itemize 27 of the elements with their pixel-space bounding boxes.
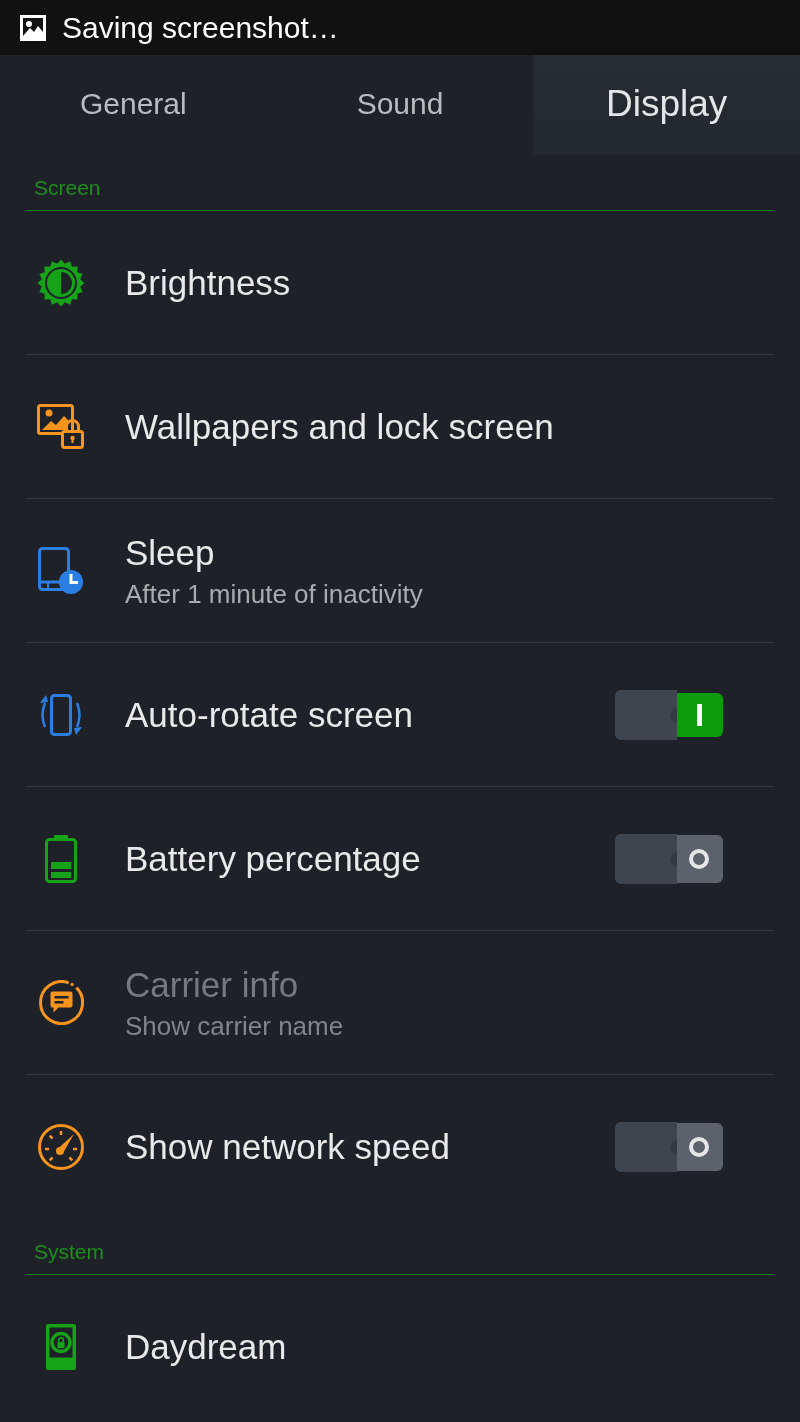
tab[interactable]: Display: [533, 55, 800, 155]
phone-rotate-icon: [39, 693, 83, 736]
tablet-clock-icon: [38, 546, 84, 595]
speedometer-icon: [38, 1124, 84, 1170]
setting-summary: Show carrier name: [125, 1009, 344, 1042]
setting-title[interactable]: Brightness: [125, 261, 291, 304]
toggle-switch[interactable]: [615, 833, 723, 884]
sun-icon: [37, 258, 85, 307]
phone-lock-icon: [46, 1324, 76, 1370]
setting-summary: After 1 minute of inactivity: [125, 577, 423, 610]
setting-title[interactable]: Daydream: [125, 1326, 287, 1368]
section-header: Screen: [34, 176, 101, 200]
setting-title[interactable]: Wallpapers and lock screen: [125, 405, 554, 448]
tab[interactable]: General: [0, 55, 267, 155]
toggle-switch[interactable]: [615, 1122, 723, 1172]
toggle-switch[interactable]: [615, 689, 723, 740]
notification-text: Saving screenshot…: [62, 10, 339, 45]
chat-bubble-icon: [38, 980, 84, 1025]
setting-title[interactable]: Auto-rotate screen: [125, 693, 413, 736]
tab[interactable]: Sound: [266, 55, 534, 155]
setting-title[interactable]: Show network speed: [125, 1126, 450, 1168]
setting-title[interactable]: Sleep: [125, 531, 215, 574]
image-lock-icon: [37, 404, 85, 449]
battery-icon: [45, 834, 77, 883]
setting-title[interactable]: Battery percentage: [125, 837, 421, 880]
image-icon: [20, 14, 46, 41]
section-header: System: [34, 1240, 104, 1264]
